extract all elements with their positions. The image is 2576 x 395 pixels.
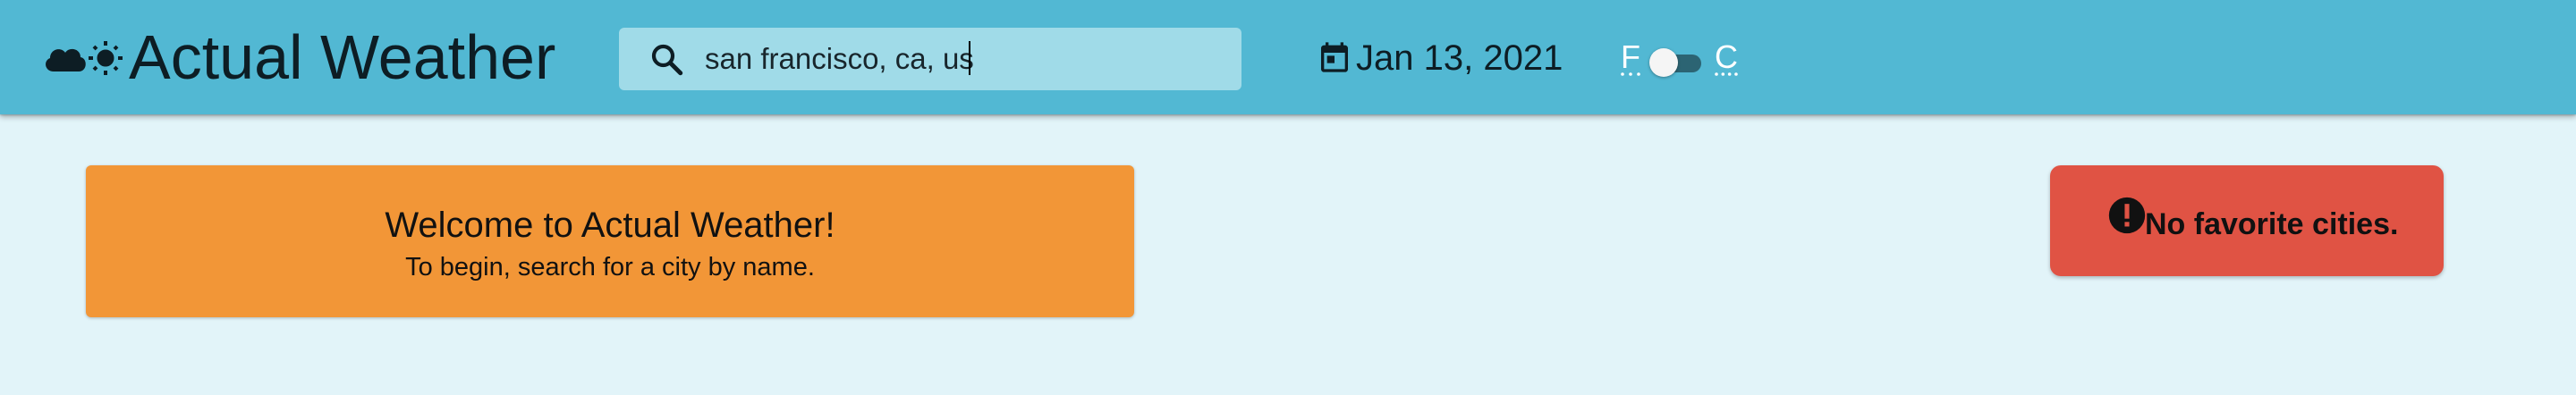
cloud-icon — [46, 48, 86, 71]
unit-fahrenheit-label: F — [1621, 38, 1640, 75]
sun-icon — [89, 41, 123, 75]
toggle-thumb[interactable] — [1649, 48, 1678, 77]
date-text: Jan 13, 2021 — [1356, 38, 1563, 78]
search-input[interactable] — [705, 28, 1224, 90]
welcome-card: Welcome to Actual Weather! To begin, sea… — [86, 165, 1134, 317]
weather-logo — [46, 41, 123, 75]
app-title: Actual Weather — [129, 22, 556, 92]
favorites-message: No favorite cities. — [2145, 207, 2399, 241]
text-cursor — [969, 41, 970, 75]
alert-icon — [2108, 197, 2146, 234]
favorites-alert: No favorite cities. — [2050, 165, 2444, 276]
search-icon — [651, 44, 683, 76]
app-bar: Actual Weather Jan 13, 2021 F C — [0, 0, 2576, 114]
welcome-title: Welcome to Actual Weather! — [385, 206, 835, 245]
welcome-subtitle: To begin, search for a city by name. — [405, 253, 815, 282]
calendar-icon — [1321, 42, 1348, 72]
unit-celsius-label: C — [1715, 38, 1738, 75]
search-box[interactable] — [619, 28, 1241, 90]
unit-toggle[interactable] — [1649, 46, 1703, 79]
